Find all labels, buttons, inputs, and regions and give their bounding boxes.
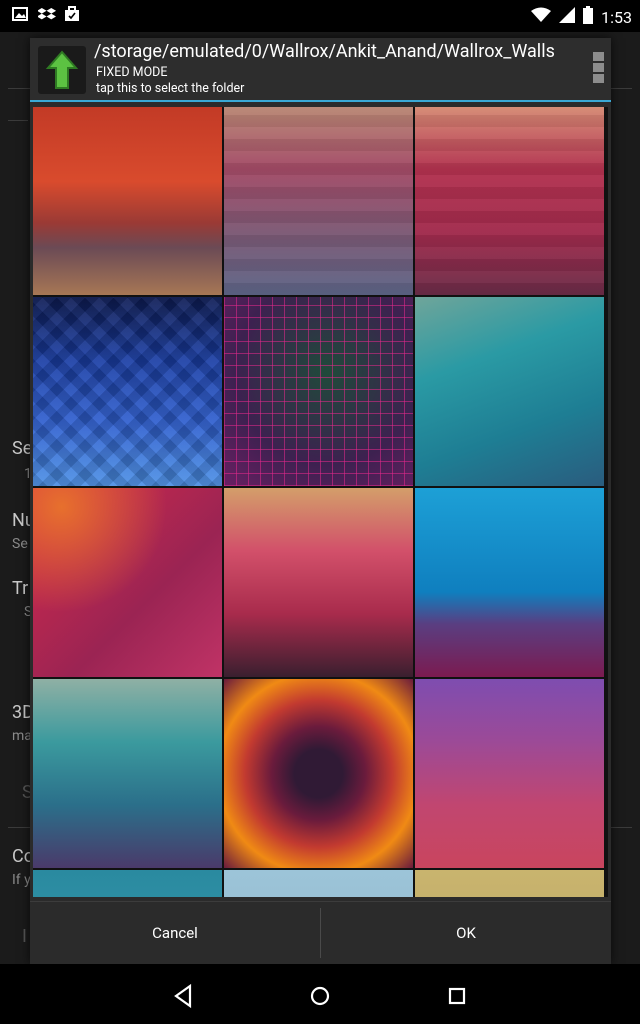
wallpaper-thumbnail[interactable] bbox=[33, 107, 222, 295]
bg-item-sub: ma bbox=[12, 728, 32, 744]
bg-item-label: I bbox=[22, 926, 27, 947]
folder-picker-dialog: /storage/emulated/0/Wallrox/Ankit_Anand/… bbox=[30, 38, 611, 964]
folder-up-icon[interactable] bbox=[38, 46, 86, 94]
wallpaper-thumbnail[interactable] bbox=[224, 488, 413, 677]
wallpaper-thumbnail[interactable] bbox=[415, 488, 604, 677]
battery-icon bbox=[583, 6, 594, 28]
bg-item-sub: If y bbox=[12, 872, 31, 888]
wallpaper-thumbnail[interactable] bbox=[415, 297, 604, 486]
overflow-menu-icon[interactable] bbox=[591, 50, 605, 88]
cancel-button[interactable]: Cancel bbox=[30, 902, 320, 964]
wallpaper-thumbnail[interactable] bbox=[33, 679, 222, 868]
signal-icon bbox=[559, 7, 576, 27]
bg-item-label: Tr bbox=[12, 578, 29, 599]
select-folder-hint: tap this to select the folder bbox=[96, 81, 245, 96]
wallpaper-thumbnail[interactable] bbox=[33, 870, 222, 897]
home-icon[interactable] bbox=[306, 982, 334, 1010]
recents-icon[interactable] bbox=[443, 982, 471, 1010]
dialog-buttons: Cancel OK bbox=[30, 901, 611, 964]
ok-button[interactable]: OK bbox=[321, 902, 611, 964]
wifi-icon bbox=[531, 7, 552, 27]
wallpaper-thumbnail[interactable] bbox=[33, 297, 222, 486]
wallpaper-thumbnail[interactable] bbox=[33, 488, 222, 677]
navigation-bar bbox=[0, 964, 640, 1024]
wallpaper-thumbnail[interactable] bbox=[415, 870, 604, 897]
wallpaper-thumbnail[interactable] bbox=[224, 107, 413, 295]
wallpaper-thumbnail[interactable] bbox=[415, 679, 604, 868]
wallpaper-thumbnail[interactable] bbox=[224, 870, 413, 897]
wallpaper-grid[interactable] bbox=[33, 107, 608, 897]
wallpaper-thumbnail[interactable] bbox=[224, 679, 413, 868]
status-bar: 1:53 bbox=[0, 0, 640, 32]
folder-path: /storage/emulated/0/Wallrox/Ankit_Anand/… bbox=[94, 41, 555, 62]
dropbox-icon bbox=[37, 6, 57, 22]
photo-icon bbox=[12, 6, 28, 22]
back-icon[interactable] bbox=[170, 982, 198, 1010]
clock-time: 1:53 bbox=[601, 7, 632, 27]
header-accent-line bbox=[30, 100, 611, 102]
dialog-header[interactable]: /storage/emulated/0/Wallrox/Ankit_Anand/… bbox=[30, 38, 611, 102]
divider bbox=[8, 120, 28, 121]
wallpaper-thumbnail[interactable] bbox=[224, 297, 413, 486]
bg-item-sub: Se bbox=[12, 536, 28, 552]
mode-label: FIXED MODE bbox=[96, 65, 168, 80]
wallpaper-thumbnail[interactable] bbox=[415, 107, 604, 295]
briefcase-icon bbox=[64, 6, 80, 22]
